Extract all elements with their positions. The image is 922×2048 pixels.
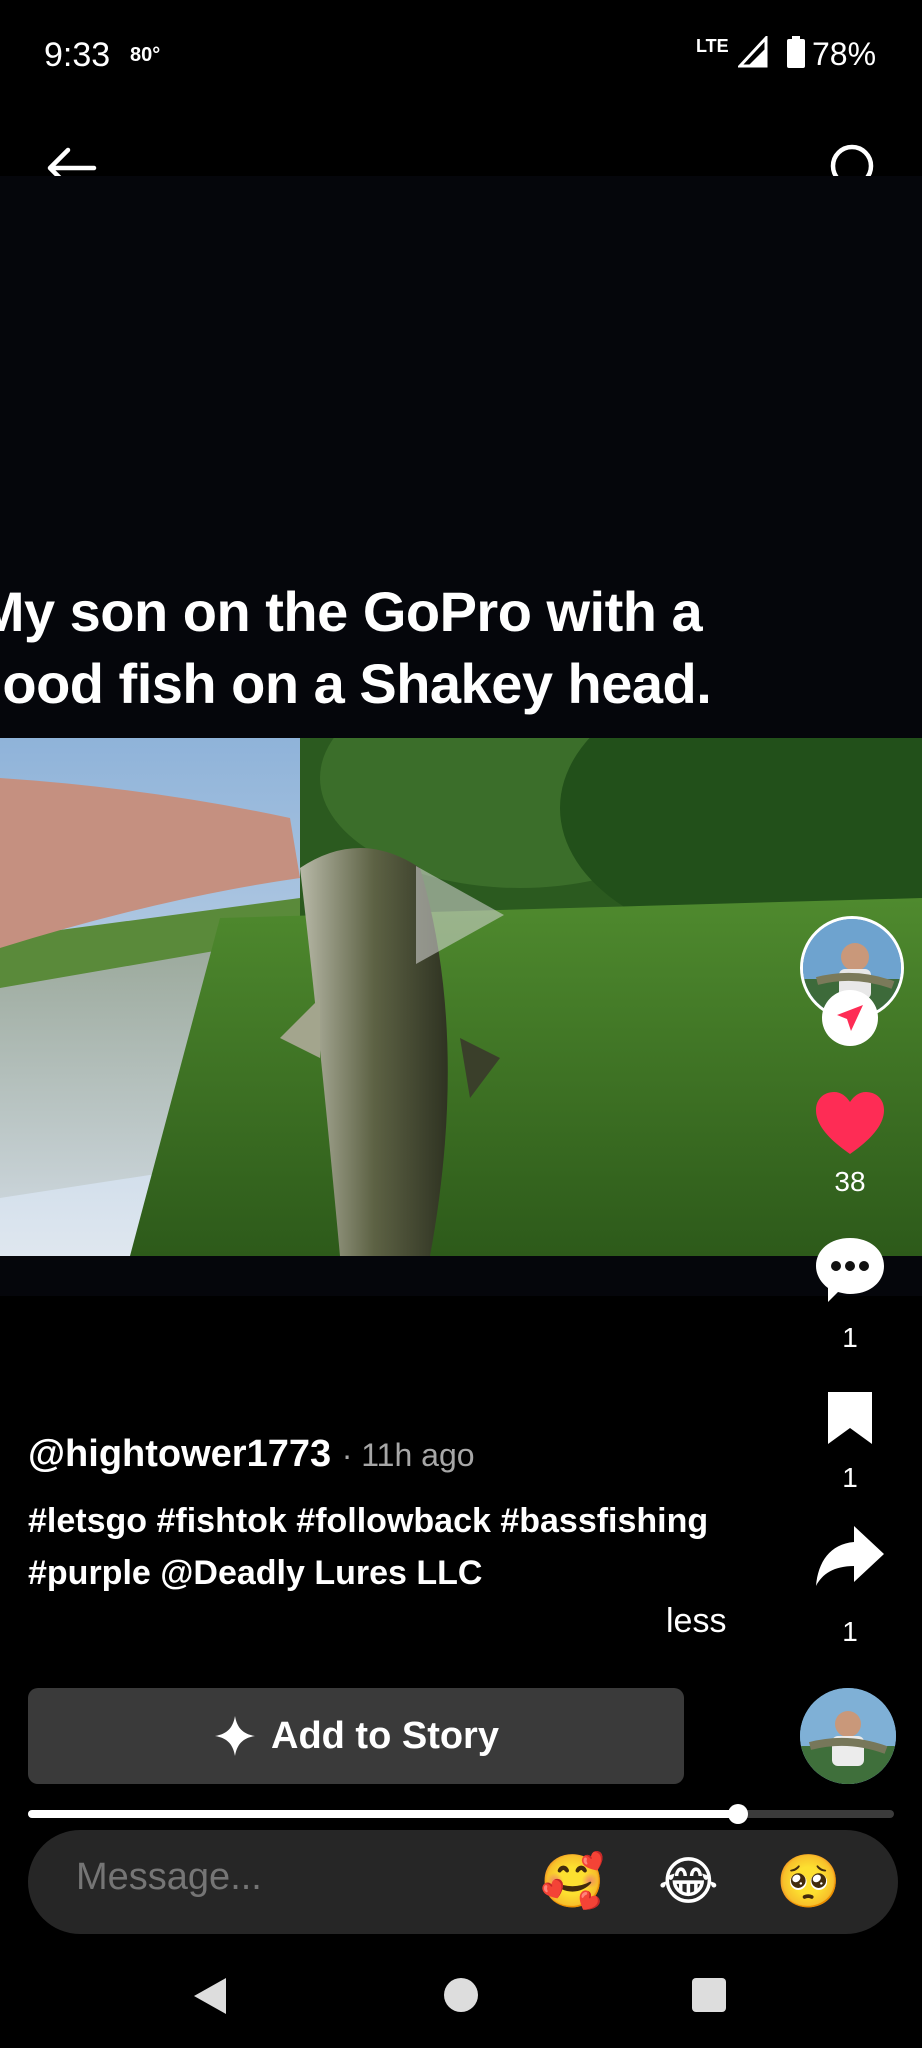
like-count: 38 xyxy=(834,1166,866,1197)
post-caption[interactable]: #letsgo #fishtok #followback #bassfishin… xyxy=(28,1495,728,1599)
follow-button[interactable] xyxy=(822,990,878,1046)
user-avatar[interactable] xyxy=(800,1688,896,1784)
emoji-tears-of-joy[interactable]: 😂 xyxy=(658,1850,722,1914)
progress-fill xyxy=(28,1810,739,1818)
nav-recents-icon[interactable] xyxy=(692,1978,726,2012)
message-bar: 🥰 😂 🥺 xyxy=(28,1830,898,1934)
heart-icon[interactable] xyxy=(814,1090,886,1156)
share-count: 1 xyxy=(842,1616,858,1647)
emoji-smiling-hearts[interactable]: 🥰 xyxy=(540,1850,605,1914)
status-time: 9:33 xyxy=(44,36,111,74)
comment-count: 1 xyxy=(842,1322,858,1353)
progress-handle[interactable] xyxy=(728,1804,749,1824)
comment-icon[interactable] xyxy=(814,1234,886,1304)
nav-home-icon[interactable] xyxy=(444,1978,478,2012)
sparkle-icon xyxy=(215,1716,255,1756)
bookmark-count: 1 xyxy=(842,1462,858,1493)
battery-percentage: 78% xyxy=(812,36,877,72)
play-icon[interactable] xyxy=(410,860,510,970)
send-icon xyxy=(837,1005,863,1031)
video-overlay-caption: My son on the GoPro with a good fish on … xyxy=(0,580,712,715)
network-label: LTE xyxy=(696,36,729,56)
share-icon[interactable] xyxy=(814,1524,886,1588)
system-nav-bar xyxy=(0,1940,922,2048)
add-to-story-label: Add to Story xyxy=(271,1714,499,1757)
video-progress-bar[interactable] xyxy=(28,1804,894,1824)
post-time: · 11h ago xyxy=(341,1437,475,1473)
username[interactable]: @hightower1773 xyxy=(28,1433,331,1475)
post-info: @hightower1773 · 11h ago #letsgo #fishto… xyxy=(28,1428,748,1599)
caption-less-button[interactable]: less xyxy=(666,1602,726,1641)
bookmark-icon[interactable] xyxy=(824,1388,876,1446)
status-temperature: 80° xyxy=(130,44,161,66)
message-input[interactable] xyxy=(76,1856,496,1899)
signal-icon xyxy=(738,36,768,68)
status-bar: 9:33 80° LTE 78% xyxy=(0,0,922,110)
emoji-pleading[interactable]: 🥺 xyxy=(776,1850,841,1914)
battery-icon xyxy=(787,36,805,68)
nav-back-icon[interactable] xyxy=(192,1976,228,2016)
add-to-story-button[interactable]: Add to Story xyxy=(28,1688,684,1784)
